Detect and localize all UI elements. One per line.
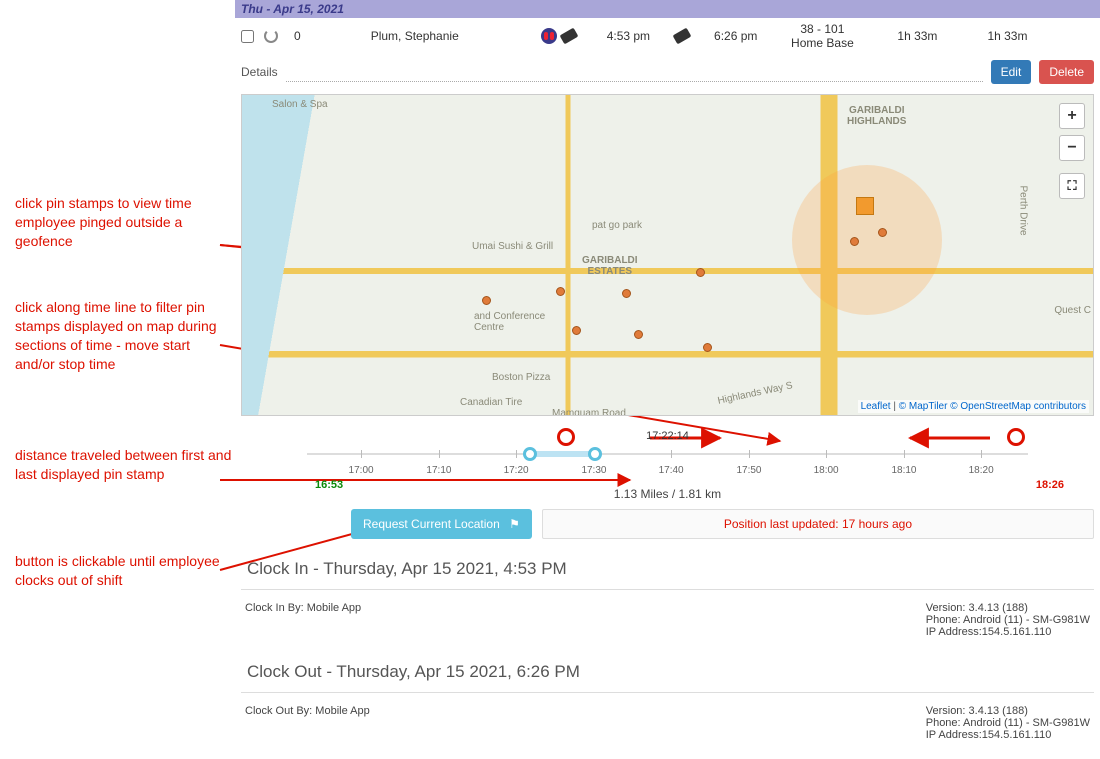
map-label-highlands: GARIBALDI HIGHLANDS xyxy=(847,105,906,127)
osm-link[interactable]: © OpenStreetMap contributors xyxy=(950,401,1086,412)
annotation-timeline: click along time line to filter pin stam… xyxy=(15,298,233,374)
device-icon-2 xyxy=(673,28,692,45)
map-attribution: Leaflet | © MapTiler © OpenStreetMap con… xyxy=(858,400,1089,413)
clock-out-ip: IP Address:154.5.161.110 xyxy=(926,729,1090,741)
employee-row: 0 Plum, Stephanie 4:53 pm 6:26 pm 38 - 1… xyxy=(235,18,1100,54)
flag-icon: ⚑ xyxy=(509,517,520,531)
map-label-pat: pat go park xyxy=(592,220,642,231)
annotation-pin-stamps: click pin stamps to view time employee p… xyxy=(15,194,233,251)
map-label-perth: Perth Drive xyxy=(1018,185,1029,235)
clock-in-ip: IP Address:154.5.161.110 xyxy=(926,626,1090,638)
timeline-handle-end[interactable] xyxy=(588,447,602,461)
clock-in-heading: Clock In - Thursday, Apr 15 2021, 4:53 P… xyxy=(241,553,1094,590)
annotation-request-button: button is clickable until employee clock… xyxy=(15,552,233,590)
map[interactable]: Salon & Spa GARIBALDI ESTATES GARIBALDI … xyxy=(241,94,1094,416)
clock-out-time: 6:26 pm xyxy=(714,29,757,43)
location-name: Home Base xyxy=(767,36,877,50)
timeline-tick-label: 17:50 xyxy=(736,465,761,476)
timeline-tick-label: 17:30 xyxy=(581,465,606,476)
details-row: Details Edit Delete xyxy=(235,54,1100,94)
request-location-button[interactable]: Request Current Location ⚑ xyxy=(351,509,532,539)
location-cell: 38 - 101 Home Base xyxy=(767,22,877,50)
refresh-icon[interactable] xyxy=(264,29,278,43)
timeline-tick-label: 17:00 xyxy=(349,465,374,476)
timeline-tick-label: 17:20 xyxy=(504,465,529,476)
timeline-tick-label: 18:10 xyxy=(891,465,916,476)
timeline-tick-label: 18:20 xyxy=(969,465,994,476)
pin-stamp[interactable] xyxy=(482,296,491,305)
date-bar: Thu - Apr 15, 2021 xyxy=(235,0,1100,18)
zoom-in-button[interactable]: + xyxy=(1059,103,1085,129)
map-label-estates: GARIBALDI ESTATES xyxy=(582,255,638,277)
map-controls: + − ⛶ xyxy=(1059,103,1085,199)
route-path xyxy=(242,95,542,245)
clock-in-time: 4:53 pm xyxy=(607,29,650,43)
clock-out-heading: Clock Out - Thursday, Apr 15 2021, 6:26 … xyxy=(241,656,1094,693)
pin-stamp[interactable] xyxy=(572,326,581,335)
pin-stamp[interactable] xyxy=(703,343,712,352)
pin-stamp[interactable] xyxy=(556,287,565,296)
row-checkbox[interactable] xyxy=(241,30,254,43)
timeline: 17:22:14 17:00 17:10 17:20 17:30 17:40 1… xyxy=(241,420,1094,481)
map-label-quest: Quest C xyxy=(1054,305,1091,316)
annotation-distance: distance traveled between first and last… xyxy=(15,446,233,484)
timeline-end-time: 18:26 xyxy=(1036,479,1064,491)
position-updated: Position last updated: 17 hours ago xyxy=(542,509,1094,539)
timeline-center-time: 17:22:14 xyxy=(247,430,1088,442)
clock-in-version: Version: 3.4.13 (188) xyxy=(926,602,1090,614)
delete-button[interactable]: Delete xyxy=(1039,60,1094,84)
zoom-out-button[interactable]: − xyxy=(1059,135,1085,161)
map-label-tire: Canadian Tire xyxy=(460,397,522,408)
leaflet-link[interactable]: Leaflet xyxy=(861,401,891,412)
details-input[interactable] xyxy=(286,62,983,82)
pin-stamp[interactable] xyxy=(850,237,859,246)
map-label-pizza: Boston Pizza xyxy=(492,372,550,383)
timeline-tick-label: 17:10 xyxy=(426,465,451,476)
geofence-marker[interactable] xyxy=(856,197,874,215)
device-icon xyxy=(559,28,578,45)
timeline-tick-label: 17:40 xyxy=(659,465,684,476)
distance-traveled: 1.13 Miles / 1.81 km xyxy=(235,487,1100,501)
map-label-mam: Mamquam Road xyxy=(552,408,626,416)
clock-out-version: Version: 3.4.13 (188) xyxy=(926,705,1090,717)
duration-2: 1h 33m xyxy=(987,29,1027,43)
pin-stamp[interactable] xyxy=(696,268,705,277)
timeline-tick-label: 18:00 xyxy=(814,465,839,476)
clock-out-by: Clock Out By: Mobile App xyxy=(245,705,370,741)
pin-stamp[interactable] xyxy=(634,330,643,339)
app-panel: Thu - Apr 15, 2021 0 Plum, Stephanie 4:5… xyxy=(235,0,1100,759)
pin-stamp[interactable] xyxy=(622,289,631,298)
location-id: 38 - 101 xyxy=(767,22,877,36)
clock-out-phone: Phone: Android (11) - SM-G981W xyxy=(926,717,1090,729)
details-label: Details xyxy=(241,65,278,79)
timeline-handle-start[interactable] xyxy=(523,447,537,461)
timeline-start-time: 16:53 xyxy=(315,479,343,491)
clock-in-by: Clock In By: Mobile App xyxy=(245,602,361,638)
map-label-hotel: and Conference Centre xyxy=(474,311,545,333)
employee-name: Plum, Stephanie xyxy=(371,29,531,43)
timeline-track[interactable] xyxy=(307,445,1028,463)
request-location-label: Request Current Location xyxy=(363,517,500,531)
duration-1: 1h 33m xyxy=(897,29,937,43)
edit-button[interactable]: Edit xyxy=(991,60,1032,84)
pin-stamp[interactable] xyxy=(878,228,887,237)
clock-in-phone: Phone: Android (11) - SM-G981W xyxy=(926,614,1090,626)
maptiler-link[interactable]: © MapTiler xyxy=(899,401,948,412)
status-icon xyxy=(541,28,557,44)
geofence-circle xyxy=(792,165,942,315)
fullscreen-button[interactable]: ⛶ xyxy=(1059,173,1085,199)
row-index: 0 xyxy=(294,29,301,43)
